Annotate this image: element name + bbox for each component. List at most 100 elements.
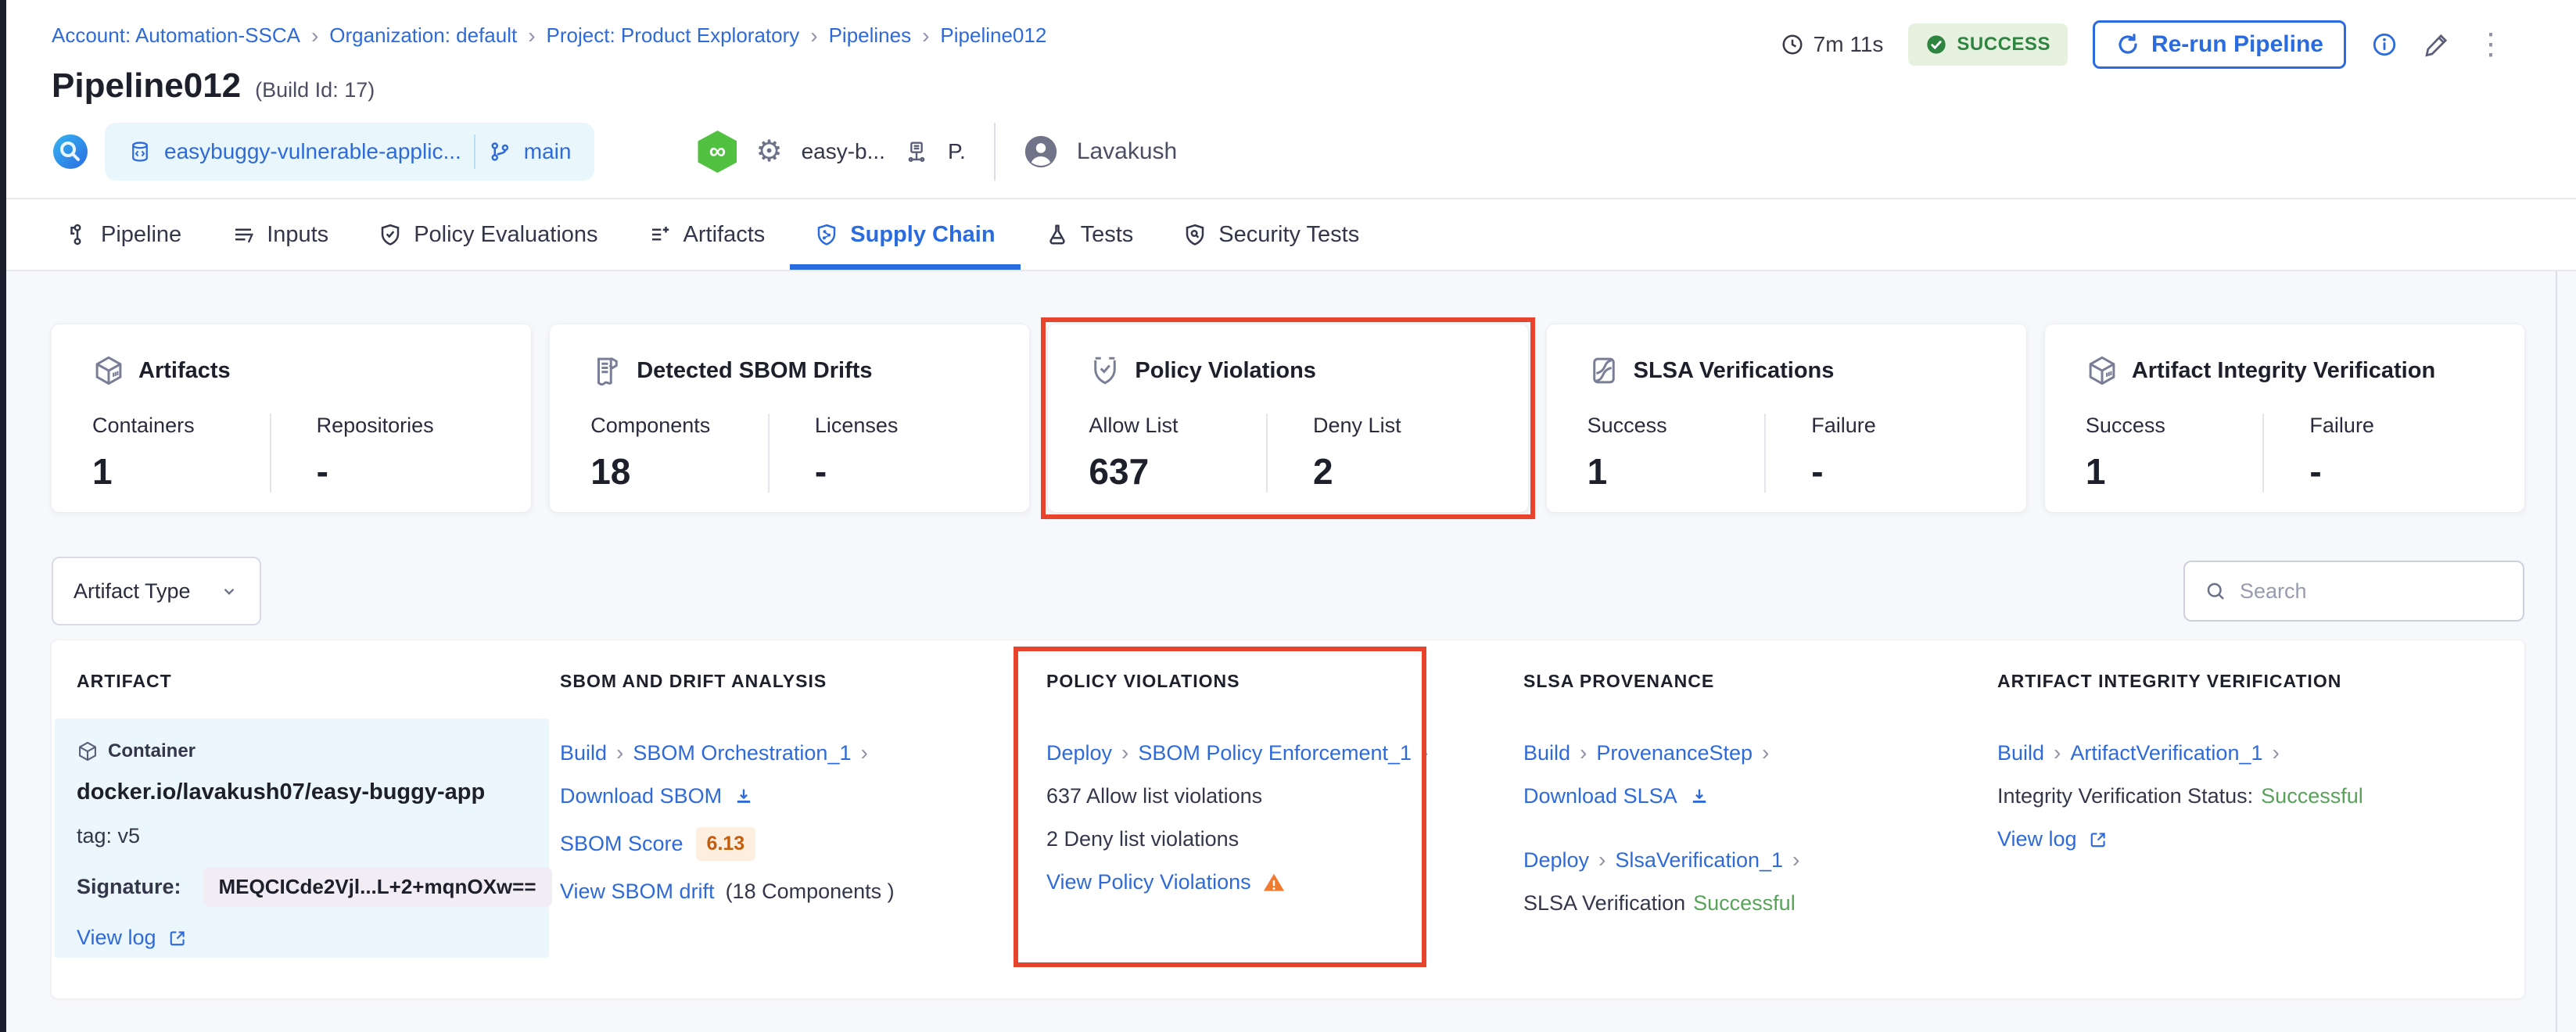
sbom-document-icon — [590, 354, 623, 387]
run-duration-value: 7m 11s — [1814, 32, 1884, 57]
breadcrumb-separator: › — [810, 25, 817, 47]
build-id-label: (Build Id: 17) — [255, 78, 375, 102]
spacer — [1523, 827, 1963, 847]
infinity-glyph: ∞ — [709, 138, 726, 165]
more-options-button[interactable]: ⋮ — [2476, 30, 2506, 59]
tab-security-tests-label: Security Tests — [1218, 222, 1359, 248]
tab-pipeline[interactable]: Pipeline — [41, 199, 206, 270]
slsa-status-label: SLSA Verification — [1523, 891, 1685, 916]
step-link[interactable]: ArtifactVerification_1 — [2070, 741, 2262, 765]
tab-artifacts-label: Artifacts — [683, 222, 766, 248]
tab-inputs[interactable]: Inputs — [206, 199, 353, 270]
stage-link[interactable]: Build — [1523, 741, 1570, 765]
stage-link[interactable]: Build — [560, 741, 607, 765]
stage-link[interactable]: Build — [1997, 741, 2044, 765]
repo-link[interactable]: easybuggy-vulnerable-applic... — [164, 139, 461, 164]
run-duration: 7m 11s — [1781, 32, 1884, 57]
sbom-score-link[interactable]: SBOM Score — [560, 832, 683, 856]
run-meta: 7m 11s SUCCESS Re-run Pipeline — [1781, 20, 2506, 69]
artifacts-table: ARTIFACT SBOM AND DRIFT ANALYSIS POLICY … — [52, 640, 2524, 998]
stage-link[interactable]: Deploy — [1046, 741, 1112, 765]
search-box — [2183, 561, 2524, 622]
gear-icon: ⚙ — [755, 137, 782, 167]
signature-value[interactable]: MEQCICde2Vjl...L+2+mqnOXw== — [203, 867, 552, 907]
page-header: Account: Automation-SSCA › Organization:… — [0, 0, 2576, 198]
artifact-tag: tag: v5 — [77, 824, 526, 848]
view-log-link[interactable]: View log — [77, 926, 156, 950]
signature-label: Signature: — [77, 875, 181, 899]
breadcrumb-organization[interactable]: Organization: default — [329, 23, 517, 48]
chevron-right: › — [1121, 740, 1128, 765]
breadcrumb-project[interactable]: Project: Product Exploratory — [547, 23, 800, 48]
search-input[interactable] — [2240, 579, 2504, 604]
tab-pipeline-label: Pipeline — [101, 222, 181, 248]
card-artifact-integrity: Artifact Integrity Verification Success … — [2045, 324, 2524, 512]
check-circle-icon — [1925, 34, 1947, 56]
breadcrumb-pipelines[interactable]: Pipelines — [829, 23, 912, 48]
integrity-cell: Build › ArtifactVerification_1 › Integri… — [1986, 718, 2521, 958]
summary-cards: Artifacts Containers 1 Repositories - — [52, 324, 2524, 512]
package-icon — [92, 354, 125, 387]
edit-pipeline-button[interactable] — [2423, 30, 2451, 59]
scrollbar-track[interactable] — [2556, 198, 2557, 1032]
chevron-right: › — [1598, 847, 1606, 873]
package-icon — [2086, 354, 2119, 387]
integrity-status-label: Integrity Verification Status: — [1997, 784, 2253, 808]
breadcrumb-pipeline012[interactable]: Pipeline012 — [940, 23, 1046, 48]
step-link[interactable]: SlsaVerification_1 — [1615, 848, 1783, 873]
artifact-type-line: Container — [77, 740, 526, 762]
infrastructure-icon — [904, 139, 929, 164]
stat-repositories: Repositories - — [270, 414, 494, 493]
card-title: SLSA Verifications — [1634, 358, 1835, 384]
breadcrumb-account[interactable]: Account: Automation-SSCA — [52, 23, 300, 48]
view-policy-violations-link[interactable]: View Policy Violations — [1046, 870, 1251, 894]
step-link[interactable]: SBOM Policy Enforcement_1 — [1138, 741, 1412, 765]
col-sbom: SBOM AND DRIFT ANALYSIS — [549, 671, 1035, 692]
stage-name-label: easy-b... — [802, 139, 885, 164]
stat-allow-list: Allow List 637 — [1089, 414, 1266, 493]
download-slsa-link[interactable]: Download SLSA — [1523, 784, 1677, 808]
stat-licenses: Licenses - — [768, 414, 992, 493]
rerun-pipeline-label: Re-run Pipeline — [2151, 31, 2323, 58]
page-title: Pipeline012 — [52, 66, 241, 106]
view-sbom-drift-link[interactable]: View SBOM drift — [560, 880, 715, 904]
search-icon — [2204, 579, 2227, 603]
tab-security-tests[interactable]: Security Tests — [1158, 199, 1384, 270]
tab-artifacts[interactable]: Artifacts — [623, 199, 791, 270]
supply-chain-panel: Artifacts Containers 1 Repositories - — [0, 271, 2576, 1032]
stat-integrity-success: Success 1 — [2086, 414, 2263, 493]
download-icon — [1688, 786, 1710, 808]
card-policy-violations: Policy Violations Allow List 637 Deny Li… — [1048, 324, 1527, 512]
card-slsa-verifications: SLSA Verifications Success 1 Failure - — [1547, 324, 2026, 512]
card-title: Policy Violations — [1135, 358, 1316, 384]
tab-tests[interactable]: Tests — [1021, 199, 1159, 270]
card-title: Artifact Integrity Verification — [2132, 358, 2435, 384]
step-link[interactable]: ProvenanceStep — [1596, 741, 1753, 765]
artifact-type-dropdown[interactable]: Artifact Type — [52, 557, 261, 625]
sbom-score-line: SBOM Score 6.13 — [560, 827, 1012, 861]
repo-branch-pill: easybuggy-vulnerable-applic... main — [105, 123, 594, 181]
stat-containers: Containers 1 — [92, 414, 270, 493]
tab-policy-evaluations[interactable]: Policy Evaluations — [353, 199, 622, 270]
external-link-icon — [2088, 830, 2108, 850]
branch-link[interactable]: main — [524, 139, 572, 164]
drift-components-count: (18 Components ) — [726, 880, 895, 904]
download-sbom-link[interactable]: Download SBOM — [560, 784, 722, 808]
view-log-link[interactable]: View log — [1997, 827, 2077, 851]
col-artifact-integrity: ARTIFACT INTEGRITY VERIFICATION — [1986, 671, 2521, 692]
ci-stage-icon: ∞ — [698, 131, 737, 173]
warning-icon — [1262, 871, 1286, 894]
rerun-pipeline-button[interactable]: Re-run Pipeline — [2093, 20, 2346, 69]
stage-link[interactable]: Deploy — [1523, 848, 1589, 873]
infra-abbrev-label: P. — [948, 139, 966, 164]
tab-supply-chain[interactable]: Supply Chain — [790, 199, 1020, 270]
tab-inputs-label: Inputs — [267, 222, 328, 248]
table-row: Container docker.io/lavakush07/easy-bugg… — [55, 718, 2521, 958]
tab-supply-chain-label: Supply Chain — [850, 222, 995, 248]
policy-stage-line: Deploy › SBOM Policy Enforcement_1 › — [1046, 740, 1489, 765]
stat-slsa-success: Success 1 — [1588, 414, 1765, 493]
run-info-button[interactable] — [2371, 31, 2398, 58]
step-link[interactable]: SBOM Orchestration_1 — [633, 741, 851, 765]
card-sbom-drifts: Detected SBOM Drifts Components 18 Licen… — [550, 324, 1029, 512]
meta-divider — [994, 123, 996, 181]
